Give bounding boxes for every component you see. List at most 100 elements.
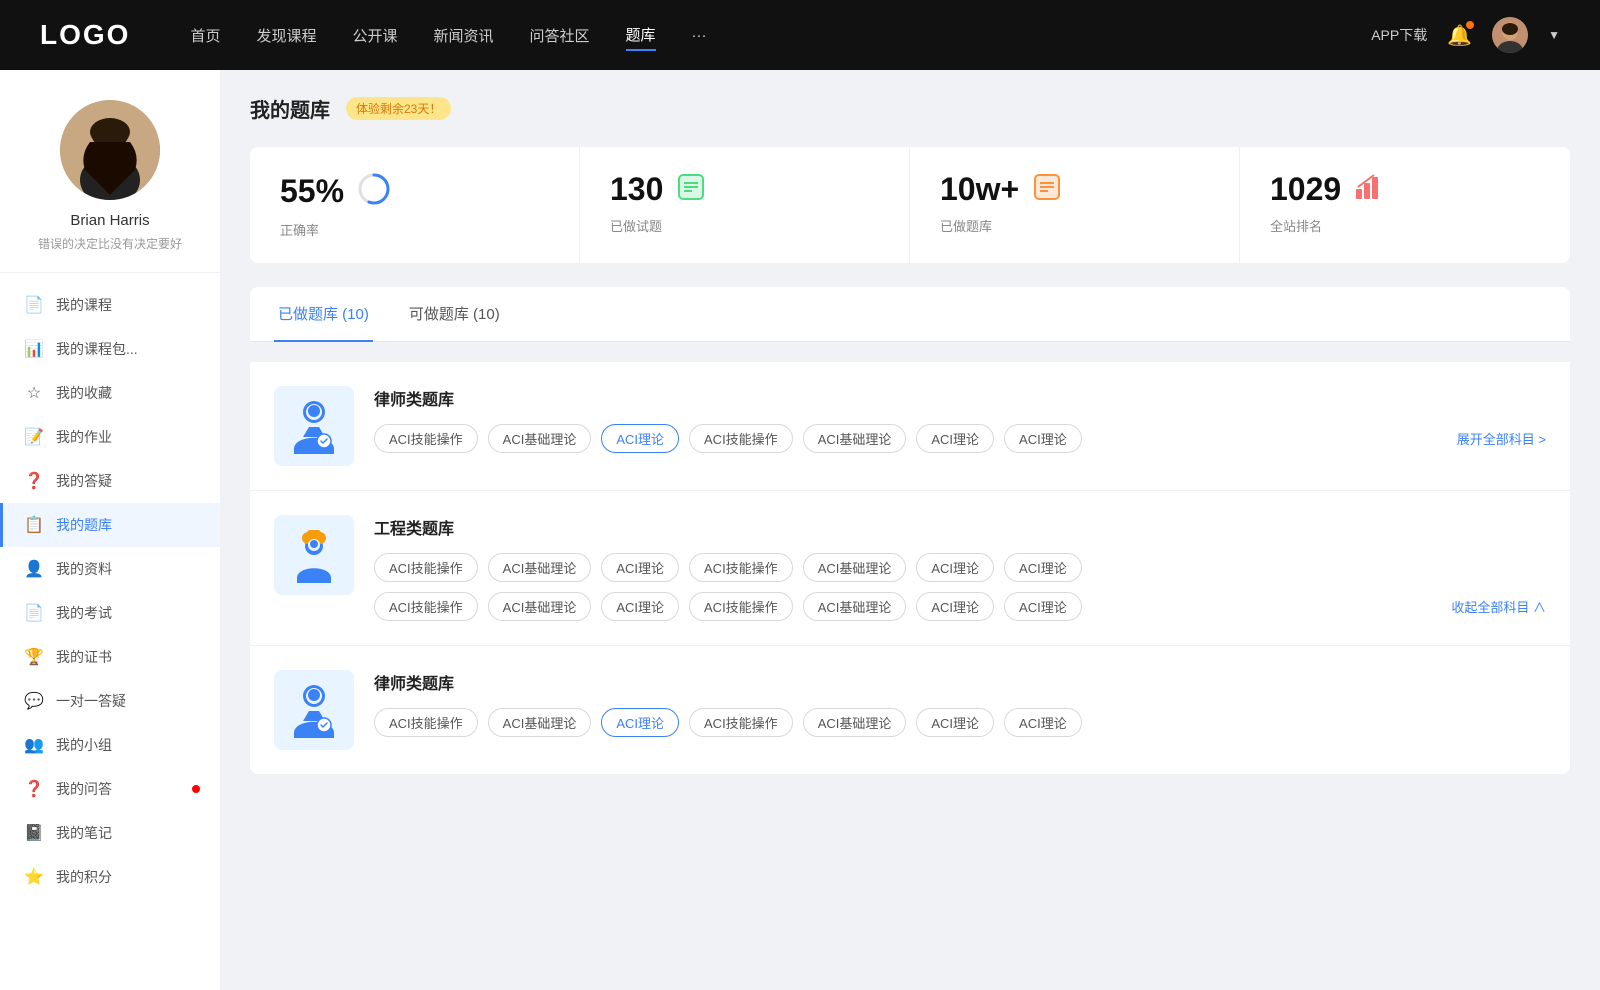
sidebar-item-qbank[interactable]: 📋 我的题库 [0, 503, 220, 547]
tag-2-6[interactable]: ACI理论 [916, 553, 994, 582]
nav-home[interactable]: 首页 [190, 21, 220, 50]
page-title: 我的题库 [250, 94, 330, 123]
avatar-inner [60, 100, 160, 200]
tag-3-7[interactable]: ACI理论 [1004, 708, 1082, 737]
main-layout: Brian Harris 错误的决定比没有决定要好 📄 我的课程 📊 我的课程包… [0, 70, 1600, 990]
nav-discover[interactable]: 发现课程 [256, 21, 316, 50]
course-package-icon: 📊 [24, 339, 44, 359]
sidebar-item-exam[interactable]: 📄 我的考试 [0, 591, 220, 635]
nav-news[interactable]: 新闻资讯 [434, 21, 494, 50]
tag-1-1[interactable]: ACI技能操作 [374, 424, 478, 453]
tag-1-7[interactable]: ACI理论 [1004, 424, 1082, 453]
tab-done[interactable]: 已做题库 (10) [274, 287, 373, 342]
tag-2-10[interactable]: ACI理论 [601, 592, 679, 621]
tag-3-4[interactable]: ACI技能操作 [689, 708, 793, 737]
tag-2-3[interactable]: ACI理论 [601, 553, 679, 582]
sidebar-item-points[interactable]: ⭐ 我的积分 [0, 855, 220, 899]
tag-1-6[interactable]: ACI理论 [916, 424, 994, 453]
sidebar-item-questions[interactable]: ❓ 我的问答 [0, 767, 220, 811]
group-icon: 👥 [24, 735, 44, 755]
one-on-one-icon: 💬 [24, 691, 44, 711]
sidebar-item-my-courses[interactable]: 📄 我的课程 [0, 283, 220, 327]
nav-more[interactable]: ··· [692, 23, 707, 48]
qbank-section: 已做题库 (10) 可做题库 (10) [250, 287, 1570, 774]
qbank-2-tags-row1: ACI技能操作 ACI基础理论 ACI理论 ACI技能操作 ACI基础理论 AC… [374, 553, 1546, 582]
sidebar-item-favorites[interactable]: ☆ 我的收藏 [0, 371, 220, 415]
rank-icon [1353, 171, 1385, 208]
avatar-svg [60, 100, 160, 200]
tag-2-8[interactable]: ACI技能操作 [374, 592, 478, 621]
stat-accuracy-label: 正确率 [280, 220, 549, 239]
avatar[interactable] [1492, 17, 1528, 53]
tab-todo[interactable]: 可做题库 (10) [405, 287, 504, 342]
app-download-button[interactable]: APP下载 [1371, 25, 1427, 45]
qbank-card-1-inner: 律师类题库 ACI技能操作 ACI基础理论 ACI理论 ACI技能操作 ACI基… [274, 386, 1546, 466]
sidebar-user-motto: 错误的决定比没有决定要好 [20, 235, 200, 252]
sidebar-item-notes[interactable]: 📓 我的笔记 [0, 811, 220, 855]
accuracy-chart-icon [356, 171, 392, 212]
tag-2-14[interactable]: ACI理论 [1004, 592, 1082, 621]
stat-accuracy-top: 55% [280, 171, 549, 212]
stat-accuracy-value: 55% [280, 173, 344, 210]
sidebar-item-homework[interactable]: 📝 我的作业 [0, 415, 220, 459]
tag-3-3[interactable]: ACI理论 [601, 708, 679, 737]
stat-done-top: 130 [610, 171, 879, 208]
qbank-2-icon [274, 515, 354, 595]
my-courses-icon: 📄 [24, 295, 44, 315]
tag-3-6[interactable]: ACI理论 [916, 708, 994, 737]
sidebar: Brian Harris 错误的决定比没有决定要好 📄 我的课程 📊 我的课程包… [0, 70, 220, 990]
stat-banks-value: 10w+ [940, 171, 1019, 208]
qbank-3-title: 律师类题库 [374, 670, 1546, 694]
sidebar-item-profile[interactable]: 👤 我的资料 [0, 547, 220, 591]
logo[interactable]: LOGO [40, 19, 130, 51]
sidebar-user-name: Brian Harris [20, 212, 200, 229]
tag-2-5[interactable]: ACI基础理论 [803, 553, 907, 582]
sidebar-avatar [60, 100, 160, 200]
sidebar-item-course-package[interactable]: 📊 我的课程包... [0, 327, 220, 371]
tag-2-12[interactable]: ACI基础理论 [803, 592, 907, 621]
stat-done-banks: 10w+ 已做题库 [910, 147, 1240, 263]
qbank-1-tags: ACI技能操作 ACI基础理论 ACI理论 ACI技能操作 ACI基础理论 AC… [374, 424, 1546, 453]
expand-1-button[interactable]: 展开全部科目 > [1457, 429, 1546, 448]
nav-open-course[interactable]: 公开课 [352, 21, 397, 50]
notification-bell[interactable]: 🔔 [1447, 23, 1472, 48]
tabs: 已做题库 (10) 可做题库 (10) [250, 287, 1570, 342]
sidebar-item-one-on-one[interactable]: 💬 一对一答疑 [0, 679, 220, 723]
tag-2-11[interactable]: ACI技能操作 [689, 592, 793, 621]
tag-2-9[interactable]: ACI基础理论 [488, 592, 592, 621]
tag-3-5[interactable]: ACI基础理论 [803, 708, 907, 737]
sidebar-menu: 📄 我的课程 📊 我的课程包... ☆ 我的收藏 📝 我的作业 ❓ 我的答疑 📋 [0, 283, 220, 899]
header: LOGO 首页 发现课程 公开课 新闻资讯 问答社区 题库 ··· APP下载 … [0, 0, 1600, 70]
stat-accuracy: 55% 正确率 [250, 147, 580, 263]
tag-1-4[interactable]: ACI技能操作 [689, 424, 793, 453]
qbank-1-icon [274, 386, 354, 466]
tag-3-2[interactable]: ACI基础理论 [488, 708, 592, 737]
qbank-icon: 📋 [24, 515, 44, 535]
done-banks-icon [1031, 171, 1063, 208]
tag-2-1[interactable]: ACI技能操作 [374, 553, 478, 582]
stat-banks-top: 10w+ [940, 171, 1209, 208]
stat-done-label: 已做试题 [610, 216, 879, 235]
tag-2-4[interactable]: ACI技能操作 [689, 553, 793, 582]
my-qa-icon: ❓ [24, 471, 44, 491]
qbank-3-content: 律师类题库 ACI技能操作 ACI基础理论 ACI理论 ACI技能操作 ACI基… [374, 670, 1546, 737]
tag-1-2[interactable]: ACI基础理论 [488, 424, 592, 453]
tag-2-7[interactable]: ACI理论 [1004, 553, 1082, 582]
sidebar-item-my-qa[interactable]: ❓ 我的答疑 [0, 459, 220, 503]
qbank-card-1: 律师类题库 ACI技能操作 ACI基础理论 ACI理论 ACI技能操作 ACI基… [250, 362, 1570, 491]
qbank-card-3-inner: 律师类题库 ACI技能操作 ACI基础理论 ACI理论 ACI技能操作 ACI基… [274, 670, 1546, 750]
tag-2-13[interactable]: ACI理论 [916, 592, 994, 621]
collapse-2-button[interactable]: 收起全部科目 ∧ [1451, 597, 1546, 616]
notification-dot [1466, 21, 1474, 29]
sidebar-item-group[interactable]: 👥 我的小组 [0, 723, 220, 767]
nav-qbank[interactable]: 题库 [626, 20, 656, 51]
sidebar-item-certificate[interactable]: 🏆 我的证书 [0, 635, 220, 679]
certificate-icon: 🏆 [24, 647, 44, 667]
tag-1-5[interactable]: ACI基础理论 [803, 424, 907, 453]
tag-3-1[interactable]: ACI技能操作 [374, 708, 478, 737]
nav-qa[interactable]: 问答社区 [530, 21, 590, 50]
stat-rank: 1029 全站排名 [1240, 147, 1570, 263]
tag-2-2[interactable]: ACI基础理论 [488, 553, 592, 582]
avatar-dropdown-icon[interactable]: ▼ [1548, 28, 1560, 42]
tag-1-3[interactable]: ACI理论 [601, 424, 679, 453]
